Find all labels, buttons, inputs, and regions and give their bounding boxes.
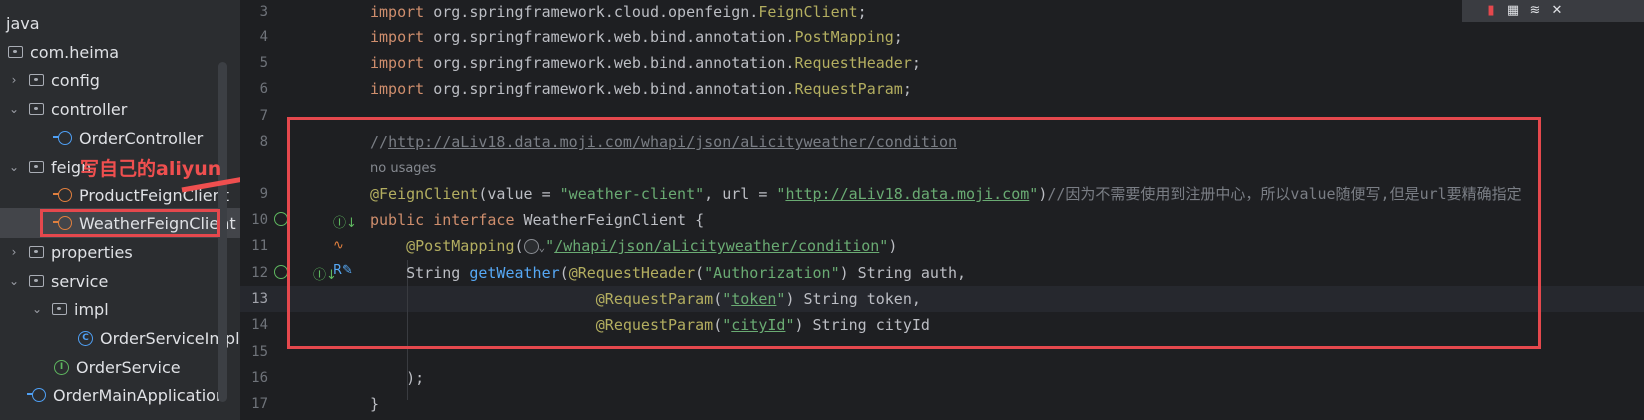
spring-bean-class-icon [53,131,72,145]
keyword: import [370,54,425,72]
line-number-current: 13 [251,291,268,307]
chevron-down-icon[interactable]: ⌄ [7,274,21,288]
line-number: 9 [259,186,268,202]
package-path: org.springframework.web.bind.annotation. [424,54,795,72]
code-text: } [370,395,380,413]
line-number: 5 [259,55,268,71]
code-line-5[interactable]: import org.springframework.web.bind.anno… [370,50,921,76]
package-icon [29,275,44,287]
tree-item-com-heima[interactable]: com.heima [0,37,240,67]
package-icon [29,161,44,173]
close-icon[interactable]: ✕ [1548,2,1566,20]
package-icon [29,103,44,115]
tree-item-impl[interactable]: ⌄ impl [0,294,240,324]
highlight-box-weather-client [40,209,220,237]
tree-item-controller[interactable]: ⌄ controller [0,94,240,124]
bookmark-icon[interactable]: ▮ [1482,2,1500,20]
line-number: 6 [259,81,268,97]
tree-item-label: impl [74,299,109,319]
line-number: 11 [251,238,268,254]
spring-bean-gutter-icon[interactable] [274,265,288,279]
line-number: 16 [251,370,268,386]
tree-item-ordercontroller[interactable]: OrderController [0,123,240,153]
highlight-box-code [287,117,1541,349]
semicolon: ; [902,80,912,98]
tree-item-label: properties [51,242,133,262]
keyword: import [370,3,425,21]
spring-bean-gutter-icon[interactable] [274,212,288,226]
line-number: 7 [259,108,268,124]
floating-toolbar: ▮ ▦ ≋ ✕ [1462,0,1644,22]
package-icon [8,46,23,58]
line-number: 14 [251,317,268,333]
code-line-4[interactable]: import org.springframework.web.bind.anno… [370,24,903,50]
class-ref: RequestHeader [794,54,912,72]
chevron-down-icon[interactable]: ⌄ [30,302,44,316]
package-path: org.springframework.web.bind.annotation. [424,28,795,46]
line-number: 17 [251,396,268,412]
line-number: 12 [251,265,268,281]
tree-item-java[interactable]: java [0,8,240,38]
line-number: 4 [259,29,268,45]
tree-item-label: OrderService [76,357,181,377]
class-ref: RequestParam [794,80,903,98]
chevron-right-icon[interactable]: › [7,245,21,259]
package-icon [29,246,44,258]
tree-item-label: OrderController [79,128,204,148]
chevron-right-icon[interactable]: › [7,73,21,87]
tree-item-label: com.heima [30,42,120,62]
tree-item-service[interactable]: ⌄ service [0,266,240,296]
tree-item-config[interactable]: › config [0,65,240,95]
tree-item-label: service [51,271,109,291]
keyword: import [370,28,425,46]
line-number: 3 [259,4,268,20]
tree-item-orderserviceimpl[interactable]: C OrderServiceImpl [0,323,240,353]
keyword: import [370,80,425,98]
tree-item-ordermainapplication[interactable]: OrderMainApplication [0,380,240,410]
line-number: 8 [259,134,268,150]
tree-item-label: config [51,70,100,90]
package-path: org.springframework.web.bind.annotation. [424,80,795,98]
semicolon: ; [911,54,921,72]
package-icon [52,303,67,315]
interface-icon: I [54,359,69,375]
tree-item-properties[interactable]: › properties [0,237,240,267]
code-line-3[interactable]: import org.springframework.cloud.openfei… [370,0,867,25]
tree-item-label: java [6,13,40,33]
chevron-down-icon[interactable]: ⌄ [7,160,21,174]
class-ref: FeignClient [758,3,858,21]
code-line-6[interactable]: import org.springframework.web.bind.anno… [370,76,912,102]
feign-interface-icon [53,188,72,202]
chevron-down-icon[interactable]: ⌄ [7,102,21,116]
semicolon: ; [893,28,903,46]
spring-app-icon [27,388,46,402]
package-icon [29,74,44,86]
package-path: org.springframework.cloud.openfeign. [424,3,759,21]
code-text: ); [406,369,425,387]
semicolon: ; [857,3,867,21]
code-line-16[interactable]: ); [370,365,424,391]
line-number: 15 [251,344,268,360]
tree-item-label: OrderMainApplication [53,385,227,405]
line-number: 10 [251,212,268,228]
tree-item-label: controller [51,99,128,119]
grid-icon[interactable]: ▦ [1504,2,1522,20]
tree-item-orderservice[interactable]: I OrderService [0,352,240,382]
code-line-17[interactable]: } [370,391,379,417]
translate-icon[interactable]: ≋ [1526,2,1544,20]
class-ref: PostMapping [794,28,894,46]
class-icon: C [78,330,93,346]
